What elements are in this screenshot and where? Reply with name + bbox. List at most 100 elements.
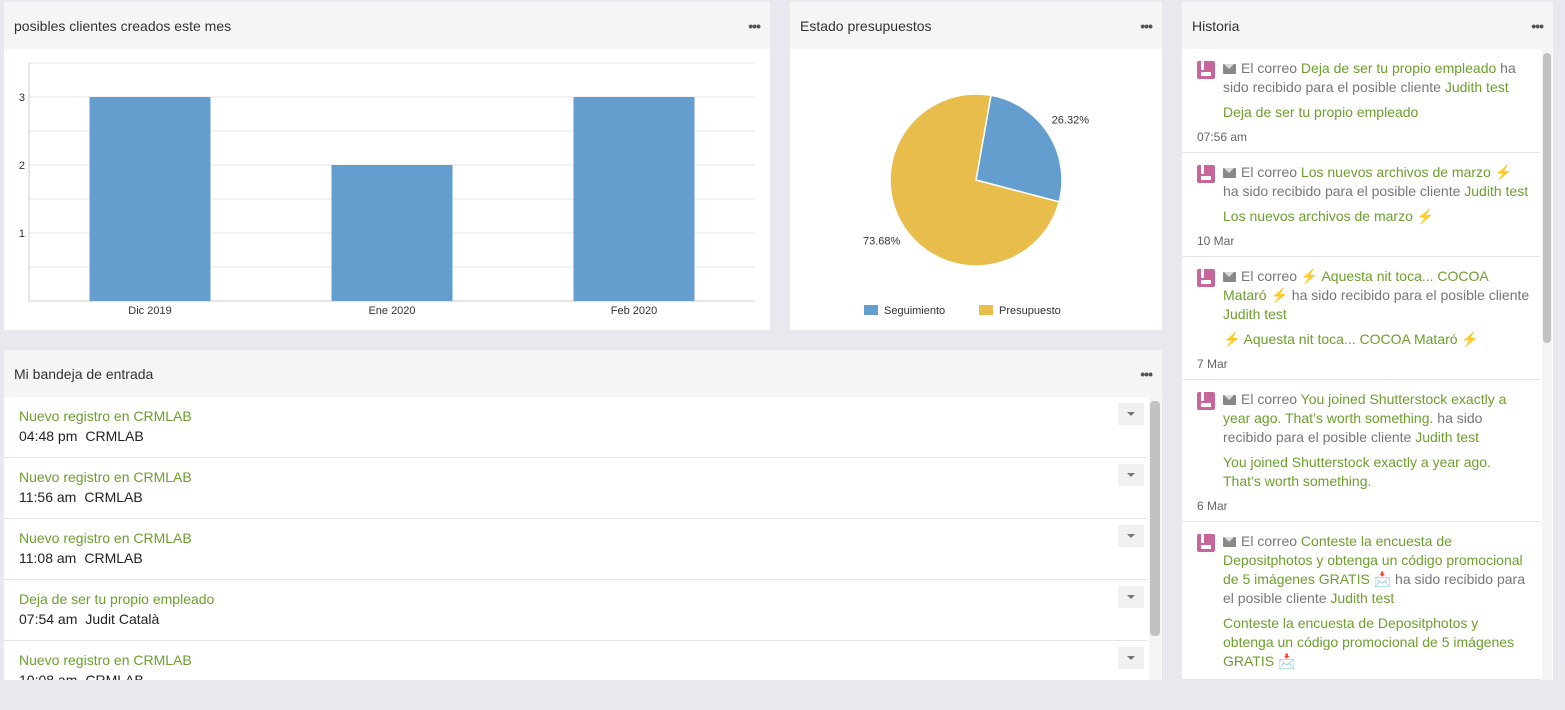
budgets-widget: Estado presupuestos ••• 26.32% 73.68% Segu… [790,2,1162,330]
envelope-icon [1223,272,1236,282]
history-item-text: El correo You joined Shutterstock exactl… [1223,390,1530,447]
history-item-middle: ha sido recibido para el posible cliente [1223,183,1461,199]
inbox-item[interactable]: Nuevo registro en CRMLAB 04:48 pm CRMLAB [4,397,1147,458]
history-item-prefix: El correo [1241,268,1298,284]
history-item-client-link[interactable]: Judith test [1415,429,1479,445]
inbox-item[interactable]: Nuevo registro en CRMLAB 10:08 am CRMLAB [4,641,1147,680]
history-item-client-link[interactable]: Judith test [1464,183,1528,199]
inbox-item-time: 11:56 am [19,489,77,505]
leads-widget-header: posibles clientes creados este mes ••• [4,2,770,49]
history-scrollbar[interactable] [1542,49,1552,680]
y-tick-label: 3 [19,92,25,104]
inbox-item[interactable]: Deja de ser tu propio empleado 07:54 am Ju… [4,580,1147,641]
caret-down-icon[interactable] [1118,586,1144,608]
caret-down-icon[interactable] [1118,464,1144,486]
history-list: El correo Deja de ser tu propio empleado… [1182,49,1540,680]
caret-down-icon[interactable] [1118,525,1144,547]
history-item-email-link[interactable]: Deja de ser tu propio empleado [1301,60,1496,76]
history-item-client-link[interactable]: Judith test [1223,306,1287,322]
inbox-scrollbar-thumb[interactable] [1150,401,1160,636]
pie-value-label: 73.68% [863,235,901,247]
inbox-scrollbar[interactable] [1149,397,1161,680]
inbox-item-time: 11:08 am [19,550,77,566]
history-widget-header: Historia ••• [1182,2,1553,49]
history-item-prefix: El correo [1241,533,1298,549]
pie-value-label: 26.32% [1052,115,1090,127]
bar[interactable] [331,165,453,301]
history-item-subject[interactable]: Los nuevos archivos de marzo ⚡ [1223,207,1530,226]
history-item-date: 07:56 am [1197,130,1248,144]
legend-swatch [864,305,878,315]
y-tick-label: 2 [19,160,25,172]
history-item-prefix: El correo [1241,164,1298,180]
bar[interactable] [89,97,211,301]
bar[interactable] [573,97,695,301]
legend-swatch [979,305,993,315]
inbox-widget-title: Mi bandeja de entrada [14,365,154,382]
budgets-widget-header: Estado presupuestos ••• [790,2,1162,49]
inbox-item-meta: 11:08 am CRMLAB [19,550,1132,566]
history-item-client-link[interactable]: Judith test [1330,590,1394,606]
legend-label[interactable]: Seguimiento [884,305,945,317]
envelope-icon [1223,537,1236,547]
history-scrollbar-thumb[interactable] [1543,53,1551,343]
envelope-icon [1223,168,1236,178]
legend-label[interactable]: Presupuesto [999,305,1061,317]
inbox-item-time: 07:54 am [19,611,78,627]
history-item-subject[interactable]: Conteste la encuesta de Depositphotos y … [1223,614,1530,671]
budgets-widget-menu-button[interactable]: ••• [1140,19,1153,33]
inbox-item-subject[interactable]: Nuevo registro en CRMLAB [19,469,1132,485]
envelope-icon [1223,395,1236,405]
leads-widget-menu-button[interactable]: ••• [748,19,761,33]
history-widget: Historia ••• El correo Deja de ser tu pr… [1182,2,1553,680]
history-item: El correo Conteste la encuesta de Deposi… [1182,522,1540,680]
leads-bar-chart: 1 2 3 Dic 2019 Ene 2020 Feb 2020 [19,62,755,317]
history-item-middle: ha sido recibido para el posible cliente [1291,287,1530,303]
history-item: El correo Los nuevos archivos de marzo ⚡… [1182,153,1540,257]
inbox-item-subject[interactable]: Deja de ser tu propio empleado [19,591,1132,607]
history-item-client-link[interactable]: Judith test [1445,79,1509,95]
inbox-item-subject[interactable]: Nuevo registro en CRMLAB [19,530,1132,546]
caret-down-icon[interactable] [1118,647,1144,669]
inbox-item-time: 10:08 am [19,672,78,680]
inbox-widget: Mi bandeja de entrada ••• Nuevo registro… [4,350,1162,680]
inbox-item-meta: 04:48 pm CRMLAB [19,428,1132,444]
history-item-subject[interactable]: ⚡ Aquesta nit toca... COCOA Mataró ⚡ [1223,330,1530,349]
history-item: El correo You joined Shutterstock exactl… [1182,380,1540,522]
history-item-text: El correo ⚡ Aquesta nit toca... COCOA Ma… [1223,267,1530,324]
save-disk-icon [1197,392,1215,410]
inbox-item-subject[interactable]: Nuevo registro en CRMLAB [19,408,1132,424]
inbox-item-meta: 11:56 am CRMLAB [19,489,1132,505]
inbox-item-meta: 07:54 am Judit Català [19,611,1132,627]
history-item-prefix: El correo [1241,391,1298,407]
inbox-item-sender: CRMLAB [85,428,144,444]
x-tick-label: Ene 2020 [368,305,415,317]
history-item-email-link[interactable]: Los nuevos archivos de marzo ⚡ [1301,164,1512,180]
history-item-subject[interactable]: Deja de ser tu propio empleado [1223,103,1530,122]
inbox-item-sender: CRMLAB [84,550,143,566]
history-item-date: 6 Mar [1197,499,1228,513]
caret-down-icon[interactable] [1118,403,1144,425]
history-item: El correo Deja de ser tu propio empleado… [1182,49,1540,153]
budgets-pie-chart: 26.32% 73.68% Seguimiento Presupuesto [863,93,1090,317]
save-disk-icon [1197,534,1215,552]
leads-widget-title: posibles clientes creados este mes [14,17,232,34]
history-item-prefix: El correo [1241,60,1298,76]
inbox-item-subject[interactable]: Nuevo registro en CRMLAB [19,652,1132,668]
history-item-date: 7 Mar [1197,357,1228,371]
x-tick-label: Feb 2020 [611,305,657,317]
inbox-item[interactable]: Nuevo registro en CRMLAB 11:08 am CRMLAB [4,519,1147,580]
leads-widget: posibles clientes creados este mes ••• 1… [4,2,770,330]
inbox-widget-header: Mi bandeja de entrada ••• [4,350,1162,397]
inbox-item-meta: 10:08 am CRMLAB [19,672,1132,680]
budgets-widget-title: Estado presupuestos [800,17,932,34]
history-widget-menu-button[interactable]: ••• [1531,19,1544,33]
inbox-widget-menu-button[interactable]: ••• [1140,367,1153,381]
save-disk-icon [1197,61,1215,79]
inbox-item-sender: CRMLAB [85,672,144,680]
save-disk-icon [1197,165,1215,183]
history-item-text: El correo Deja de ser tu propio empleado… [1223,59,1530,97]
inbox-item[interactable]: Nuevo registro en CRMLAB 11:56 am CRMLAB [4,458,1147,519]
inbox-list: Nuevo registro en CRMLAB 04:48 pm CRMLAB Nu… [4,397,1147,680]
history-item-subject[interactable]: You joined Shutterstock exactly a year a… [1223,453,1530,491]
